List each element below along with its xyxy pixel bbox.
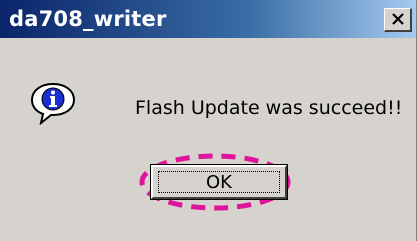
- close-button[interactable]: [384, 8, 412, 32]
- window-title: da708_writer: [9, 7, 167, 31]
- message-text: Flash Update was succeed!!: [135, 97, 403, 119]
- close-icon: [391, 13, 404, 25]
- message-dialog: da708_writer Flash Update was succeed!! …: [0, 0, 417, 241]
- ok-button[interactable]: OK: [150, 164, 288, 200]
- title-bar[interactable]: da708_writer: [0, 0, 416, 38]
- info-icon: [30, 82, 76, 125]
- ok-button-label: OK: [206, 171, 232, 193]
